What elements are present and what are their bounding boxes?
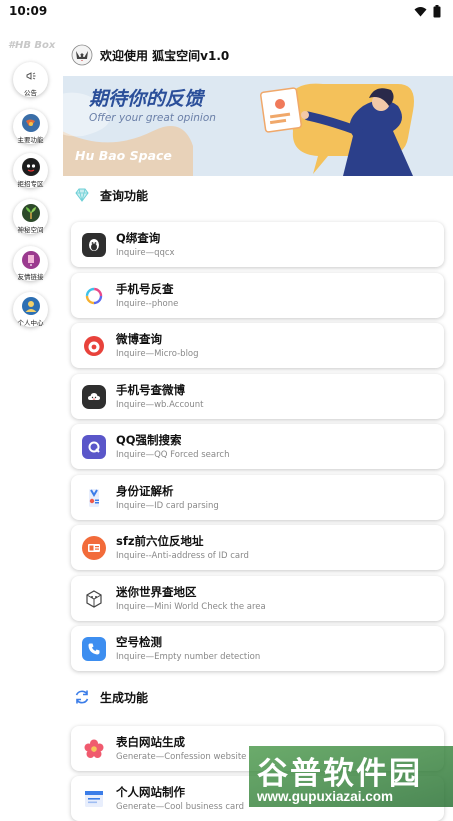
sidebar-item-special-zone[interactable]: 拒招专区 <box>13 153 48 188</box>
card-title: sfz前六位反地址 <box>116 533 204 548</box>
section-generate-title: 生成功能 <box>100 690 149 705</box>
card-title: QQ强制搜索 <box>116 432 182 447</box>
sidebar-item-main-functions[interactable]: 主要功能 <box>13 109 48 144</box>
sidebar-item-label: 公告 <box>24 89 37 97</box>
person-icon <box>21 297 40 315</box>
battery-icon <box>433 4 441 17</box>
card-subtitle: Inquire—ID card parsing <box>116 500 219 511</box>
banner-subtitle: Offer your great opinion <box>89 112 216 124</box>
diamond-icon <box>75 188 89 202</box>
id-badge-icon <box>82 486 106 510</box>
query-item-phone-weibo[interactable]: 手机号查微博 Inquire—wb.Account <box>71 374 444 419</box>
phone-link-icon <box>21 251 40 269</box>
card-title: 空号检测 <box>116 634 162 649</box>
query-item-id-parse[interactable]: 身份证解析 Inquire—ID card parsing <box>71 475 444 520</box>
sidebar-brand: #HB Box <box>8 40 56 51</box>
sidebar-item-mystery-space[interactable]: 神秘空间 <box>13 199 48 234</box>
sidebar-item-friend-links[interactable]: 友情链接 <box>13 246 48 281</box>
fox-logo-icon <box>71 44 93 66</box>
query-item-mini-world-area[interactable]: 迷你世界查地区 Inquire—Mini World Check the are… <box>71 576 444 621</box>
card-title: 手机号反查 <box>116 281 174 296</box>
sidebar-item-label: 主要功能 <box>17 136 44 144</box>
card-subtitle: Inquire—Empty number detection <box>116 651 261 662</box>
card-title: 个人网站制作 <box>116 784 185 799</box>
sidebar-item-profile[interactable]: 个人中心 <box>13 292 48 327</box>
wifi-icon <box>414 6 427 16</box>
welcome-title: 欢迎使用 狐宝空间v1.0 <box>100 48 230 63</box>
status-bar: 10:09 <box>0 0 453 22</box>
weibo-icon <box>82 334 106 358</box>
card-subtitle: Inquire—QQ Forced search <box>116 449 230 460</box>
card-subtitle: Inquire—wb.Account <box>116 399 204 410</box>
sidebar-item-label: 神秘空间 <box>17 226 44 234</box>
card-icon <box>82 535 106 560</box>
card-title: 表白网站生成 <box>116 734 185 749</box>
section-query-header: 查询功能 <box>73 186 148 204</box>
refresh-icon <box>75 690 89 704</box>
card-title: Q绑查询 <box>116 230 161 245</box>
megaphone-icon <box>22 67 40 85</box>
card-subtitle: Inquire--phone <box>116 298 179 309</box>
section-query-title: 查询功能 <box>100 188 149 203</box>
plant-icon <box>21 204 40 222</box>
card-subtitle: Inquire—Mini World Check the area <box>116 601 266 612</box>
query-item-phone-reverse[interactable]: 手机号反查 Inquire--phone <box>71 273 444 318</box>
banner-brand: Hu Bao Space <box>75 148 172 163</box>
flower-icon <box>82 737 106 761</box>
banner-title: 期待你的反馈 <box>89 88 204 110</box>
sidebar-item-label: 拒招专区 <box>17 180 44 188</box>
card-title: 迷你世界查地区 <box>116 584 197 599</box>
query-item-qq-force-search[interactable]: QQ强制搜索 Inquire—QQ Forced search <box>71 424 444 469</box>
status-time: 10:09 <box>9 4 48 18</box>
query-item-weibo[interactable]: 微博查询 Inquire—Micro-blog <box>71 323 444 368</box>
card-title: 手机号查微博 <box>116 382 185 397</box>
cloud-icon <box>82 384 106 409</box>
status-icons <box>414 4 441 18</box>
ring-icon <box>82 284 106 308</box>
watermark-title: 谷普软件园 <box>257 756 422 792</box>
query-item-id-prefix-address[interactable]: sfz前六位反地址 Inquire--Anti-address of ID ca… <box>71 525 444 570</box>
sidebar-item-label: 友情链接 <box>17 273 44 281</box>
block-icon <box>82 587 106 611</box>
welcome-header: 欢迎使用 狐宝空间v1.0 <box>71 44 229 66</box>
qq-penguin-icon <box>82 232 106 257</box>
globe-icon <box>21 114 40 132</box>
watermark: 谷普软件园 www.gupuxiazai.com <box>249 746 453 807</box>
card-subtitle: Inquire—Micro-blog <box>116 348 199 359</box>
sidebar-item-label: 个人中心 <box>17 319 44 327</box>
q-icon <box>82 434 106 459</box>
sidebar: #HB Box 公告 主要功能 拒招专区 神秘空间 友情链接 个人中心 <box>0 36 63 807</box>
mascot-icon <box>21 158 40 176</box>
card-title: 微博查询 <box>116 331 162 346</box>
card-subtitle: Inquire--Anti-address of ID card <box>116 550 249 561</box>
feedback-banner[interactable]: 期待你的反馈 Offer your great opinion Hu Bao S… <box>63 76 453 176</box>
card-subtitle: Generate—Confession website <box>116 751 247 762</box>
query-item-qq-bind[interactable]: Q绑查询 Inquire—qqcx <box>71 222 444 267</box>
card-title: 身份证解析 <box>116 483 174 498</box>
query-item-empty-number[interactable]: 空号检测 Inquire—Empty number detection <box>71 626 444 671</box>
phone-icon <box>82 636 106 661</box>
section-generate-header: 生成功能 <box>73 688 148 706</box>
card-subtitle: Inquire—qqcx <box>116 247 175 258</box>
watermark-url: www.gupuxiazai.com <box>257 789 394 804</box>
sidebar-item-announcement[interactable]: 公告 <box>13 62 48 97</box>
